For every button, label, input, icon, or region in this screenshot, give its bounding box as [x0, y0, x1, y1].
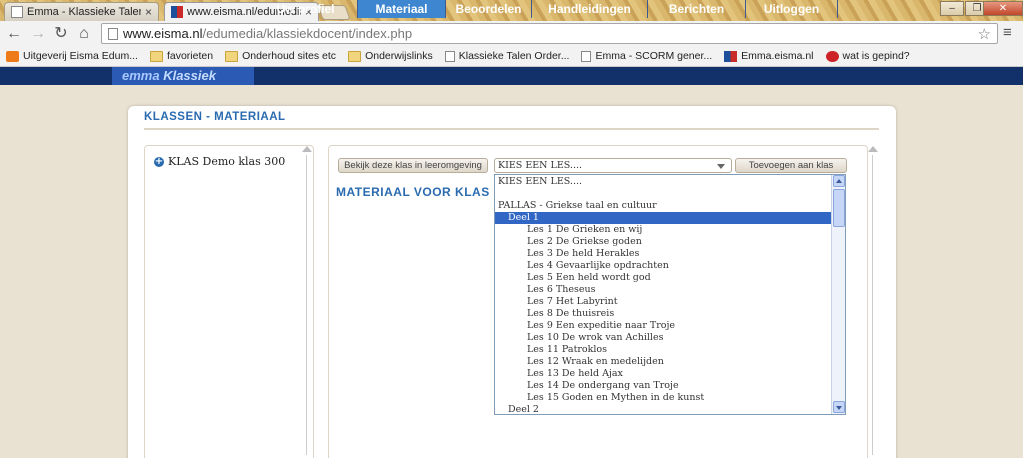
expand-plus-icon[interactable]: +	[154, 156, 164, 167]
add-to-class-button[interactable]: Toevoegen aan klas	[735, 158, 847, 173]
url-text: www.eisma.nl/edumedia/klassiekdocent/ind…	[123, 26, 412, 41]
dropdown-option[interactable]: Les 4 Gevaarlijke opdrachten	[495, 260, 832, 272]
dropdown-scrollbar[interactable]	[831, 175, 845, 414]
close-icon[interactable]: ×	[145, 5, 152, 19]
dropdown-option[interactable]: PALLAS - Griekse taal en cultuur	[495, 200, 832, 212]
scroll-up-icon[interactable]	[302, 146, 312, 152]
reload-icon[interactable]: ↻	[51, 24, 71, 44]
folder-icon	[225, 50, 239, 62]
dropdown-option[interactable]	[495, 188, 832, 200]
material-scrollbar[interactable]	[872, 155, 873, 455]
folder-icon	[348, 50, 362, 62]
bookmark-item[interactable]: Uitgeverij Eisma Edum...	[6, 50, 138, 62]
back-icon[interactable]: ←	[4, 24, 24, 44]
bookmark-item[interactable]: Emma.eisma.nl	[724, 50, 814, 62]
bookmark-item[interactable]: Onderhoud sites etc	[225, 50, 336, 62]
home-icon[interactable]: ⌂	[74, 24, 94, 44]
bookmarks-bar: Uitgeverij Eisma Edum... favorieten Onde…	[0, 46, 1023, 67]
scroll-down-arrow-icon[interactable]	[833, 401, 845, 413]
chevron-down-icon	[717, 164, 725, 169]
bookmark-label: Emma.eisma.nl	[741, 50, 814, 62]
lesson-select[interactable]: KIES EEN LES....	[494, 158, 732, 173]
nav-uw-profiel[interactable]: Uw profiel	[254, 0, 358, 18]
dropdown-option[interactable]: Les 8 De thuisreis	[495, 308, 832, 320]
nav-beoordelen[interactable]: Beoordelen	[446, 0, 532, 18]
lesson-select-value: KIES EEN LES....	[498, 160, 583, 171]
page-icon	[444, 50, 455, 62]
bookmark-item[interactable]: Onderwijslinks	[348, 50, 433, 62]
page-icon	[11, 6, 23, 18]
nav-materiaal[interactable]: Materiaal	[358, 0, 446, 18]
logo-text: emma	[122, 68, 160, 83]
class-name: KLAS Demo klas 300	[168, 155, 286, 168]
dropdown-option[interactable]: Les 6 Theseus	[495, 284, 832, 296]
dropdown-option[interactable]: Les 11 Patroklos	[495, 344, 832, 356]
wrench-menu-icon[interactable]: ≡	[1003, 24, 1012, 41]
dropdown-option[interactable]: Les 12 Wraak en medelijden	[495, 356, 832, 368]
url-host: www.eisma.nl	[123, 26, 203, 41]
close-window-button[interactable]: ✕	[983, 1, 1023, 16]
dropdown-option[interactable]: Les 5 Een held wordt god	[495, 272, 832, 284]
dropdown-option[interactable]: Les 1 De Grieken en wij	[495, 224, 832, 236]
bookmark-label: favorieten	[166, 50, 214, 62]
lesson-dropdown-list[interactable]: KIES EEN LES.... PALLAS - Griekse taal en…	[494, 174, 846, 415]
minimize-button[interactable]: –	[940, 1, 964, 16]
page-icon	[108, 27, 118, 40]
title-divider	[144, 128, 879, 130]
site-logo[interactable]: emma Klassiek	[112, 67, 254, 85]
material-heading: MATERIAAL VOOR KLAS D	[336, 185, 496, 199]
bookmark-label: Onderhoud sites etc	[242, 50, 337, 62]
blogger-icon	[6, 50, 19, 62]
address-bar[interactable]: www.eisma.nl/edumedia/klassiekdocent/ind…	[101, 23, 998, 44]
dropdown-option[interactable]: Les 2 De Griekse goden	[495, 236, 832, 248]
class-list-item[interactable]: + KLAS Demo klas 300	[154, 155, 285, 168]
scrollbar-thumb[interactable]	[833, 189, 845, 227]
eisma-icon	[171, 6, 183, 18]
bookmark-label: Uitgeverij Eisma Edum...	[23, 50, 138, 62]
dropdown-option[interactable]: Les 3 De held Herakles	[495, 248, 832, 260]
bookmark-item[interactable]: Klassieke Talen Order...	[444, 50, 570, 62]
scroll-up-arrow-icon[interactable]	[833, 175, 845, 187]
bookmark-item[interactable]: favorieten	[149, 50, 214, 62]
page-icon	[581, 50, 592, 62]
dropdown-option[interactable]: Les 7 Het Labyrint	[495, 296, 832, 308]
browser-toolbar: ← → ↻ ⌂ www.eisma.nl/edumedia/klassiekdo…	[0, 21, 1023, 46]
url-path: /edumedia/klassiekdocent/index.php	[202, 26, 413, 41]
bookmark-label: Klassieke Talen Order...	[458, 50, 570, 62]
dropdown-option[interactable]: Les 15 Goden en Mythen in de kunst	[495, 392, 832, 404]
class-list-panel	[144, 145, 314, 458]
dropdown-option[interactable]: Les 13 De held Ajax	[495, 368, 832, 380]
bookmark-label: Onderwijslinks	[365, 50, 433, 62]
bookmark-label: Emma - SCORM gener...	[595, 50, 713, 62]
dropdown-option[interactable]: Les 9 Een expeditie naar Troje	[495, 320, 832, 332]
eisma-icon	[724, 50, 738, 62]
nav-uitloggen[interactable]: Uitloggen	[746, 0, 838, 18]
tab-title: Emma - Klassieke Talen	[27, 6, 141, 18]
bookmark-star-icon[interactable]: ☆	[978, 25, 991, 43]
tab-emma-klassieke-talen[interactable]: Emma - Klassieke Talen ×	[4, 2, 159, 21]
view-in-learning-environment-button[interactable]: Bekijk deze klas in leeromgeving	[338, 158, 488, 173]
page-title: KLASSEN - MATERIAAL	[144, 111, 286, 123]
pinterest-icon	[825, 50, 839, 62]
dropdown-option[interactable]: Deel 2	[495, 404, 832, 414]
dropdown-option[interactable]: Les 14 De ondergang van Troje	[495, 380, 832, 392]
folder-icon	[149, 50, 163, 62]
dropdown-option[interactable]: KIES EEN LES....	[495, 176, 832, 188]
logo-text: Klassiek	[163, 68, 216, 83]
nav-handleidingen[interactable]: Handleidingen	[532, 0, 648, 18]
bookmark-item[interactable]: Emma - SCORM gener...	[581, 50, 712, 62]
bookmark-item[interactable]: wat is gepind?	[825, 50, 910, 62]
scroll-up-icon[interactable]	[868, 146, 878, 152]
class-list-scrollbar[interactable]	[306, 155, 307, 455]
forward-icon[interactable]: →	[28, 24, 48, 44]
dropdown-option[interactable]: Les 10 De wrok van Achilles	[495, 332, 832, 344]
dropdown-option[interactable]: Deel 1	[495, 212, 832, 224]
nav-berichten[interactable]: Berichten	[648, 0, 746, 18]
bookmark-label: wat is gepind?	[842, 50, 910, 62]
